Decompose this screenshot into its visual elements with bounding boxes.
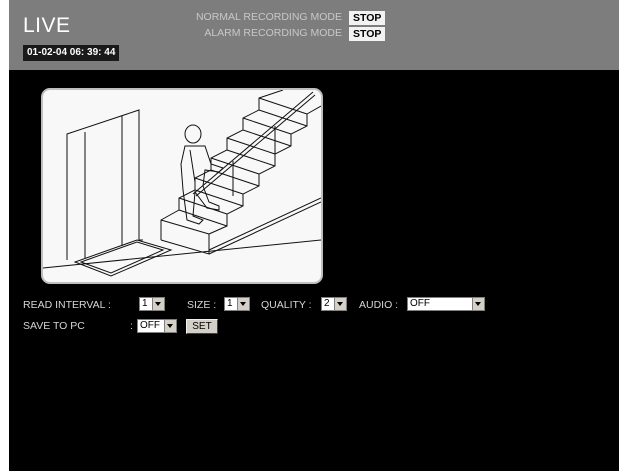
- read-interval-value: 1: [142, 298, 148, 309]
- timestamp: 01-02-04 06: 39: 44: [23, 45, 120, 61]
- normal-recording-status: STOP: [349, 11, 386, 25]
- read-interval-select[interactable]: 1: [139, 297, 165, 311]
- size-label: SIZE :: [187, 299, 217, 311]
- save-to-pc-colon: :: [130, 320, 133, 332]
- save-to-pc-value: OFF: [140, 320, 160, 331]
- chevron-down-icon: [472, 298, 484, 310]
- quality-value: 2: [324, 298, 330, 309]
- save-to-pc-select[interactable]: OFF: [137, 319, 177, 333]
- audio-select[interactable]: OFF: [407, 297, 485, 311]
- alarm-recording-mode-label: ALARM RECORDING MODE: [204, 27, 342, 39]
- quality-select[interactable]: 2: [321, 297, 347, 311]
- viewer-frame: LIVE 01-02-04 06: 39: 44 NORMAL RECORDIN…: [9, 0, 619, 471]
- chevron-down-icon: [152, 298, 164, 310]
- page-title: LIVE: [23, 14, 71, 37]
- chevron-down-icon: [334, 298, 346, 310]
- set-button[interactable]: SET: [186, 319, 218, 334]
- normal-recording-mode-label: NORMAL RECORDING MODE: [195, 11, 342, 23]
- chevron-down-icon: [237, 298, 249, 310]
- audio-label: AUDIO :: [359, 299, 399, 311]
- header-bar: LIVE 01-02-04 06: 39: 44 NORMAL RECORDIN…: [9, 0, 619, 70]
- save-to-pc-label: SAVE TO PC: [23, 320, 85, 332]
- size-value: 1: [227, 298, 233, 309]
- camera-view: [41, 88, 323, 284]
- read-interval-label: READ INTERVAL :: [23, 299, 111, 311]
- size-select[interactable]: 1: [224, 297, 250, 311]
- staircase-camera-image: [43, 90, 321, 277]
- chevron-down-icon: [164, 320, 176, 332]
- alarm-recording-status: STOP: [349, 27, 386, 41]
- audio-value: OFF: [410, 298, 430, 309]
- quality-label: QUALITY :: [261, 299, 312, 311]
